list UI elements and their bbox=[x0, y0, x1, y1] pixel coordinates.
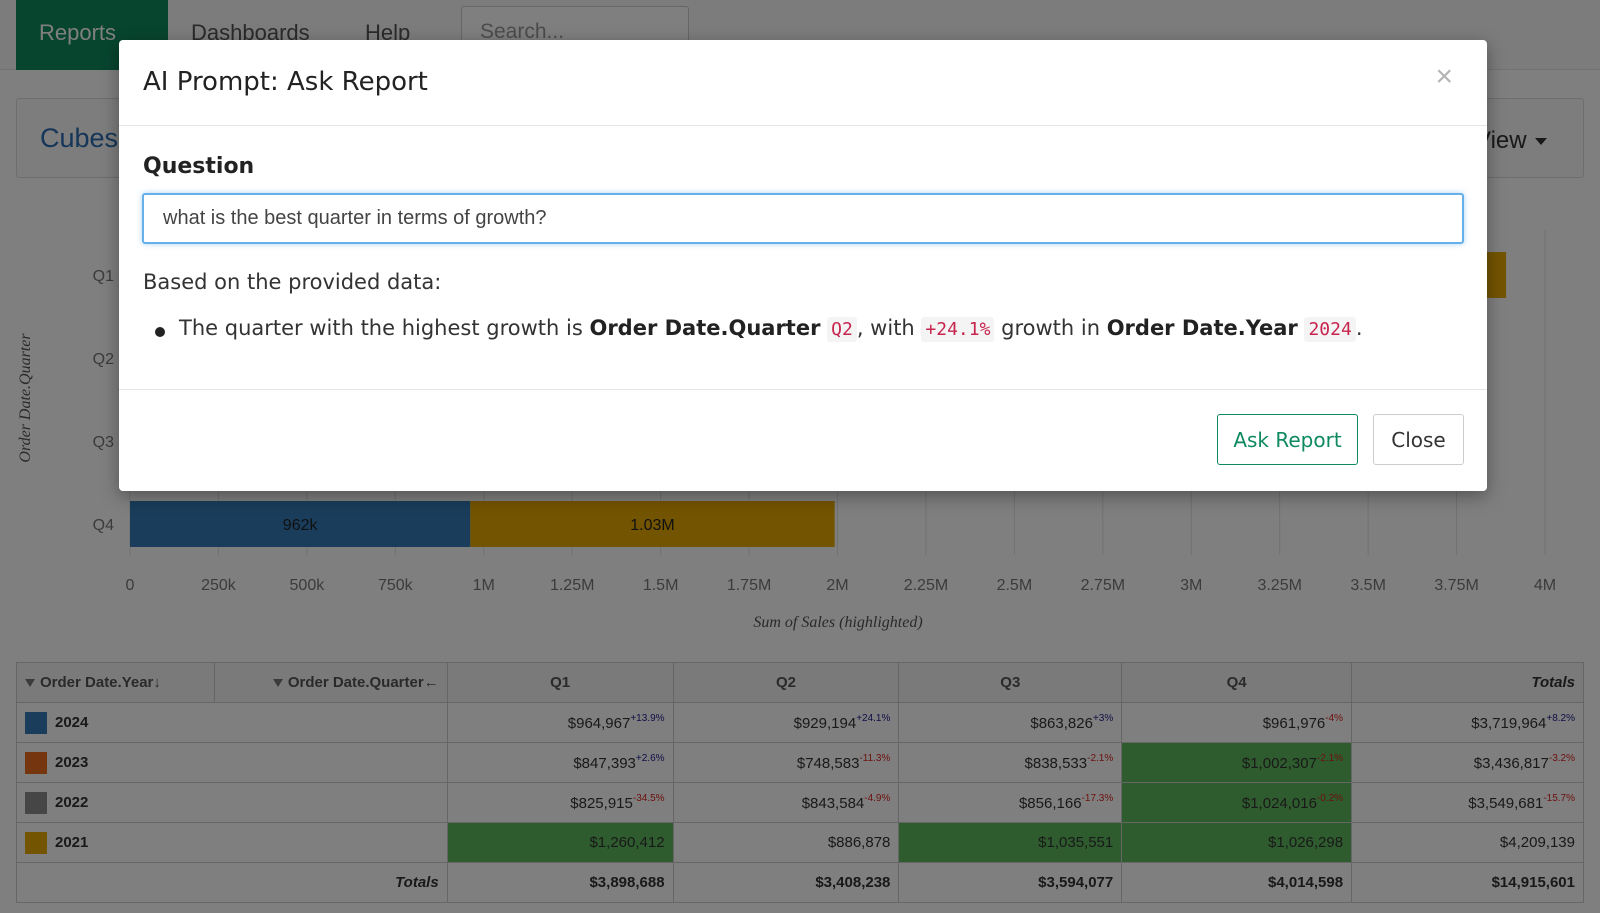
answer-item: The quarter with the highest growth is O… bbox=[155, 316, 1363, 342]
modal-header: AI Prompt: Ask Report × bbox=[119, 40, 1487, 126]
close-button[interactable]: Close bbox=[1373, 414, 1464, 465]
answer-field-year: Order Date.Year bbox=[1106, 316, 1298, 340]
answer-intro: Based on the provided data: bbox=[143, 270, 442, 294]
ask-report-modal: AI Prompt: Ask Report × Question Based o… bbox=[119, 40, 1487, 491]
answer-value-quarter: Q2 bbox=[827, 317, 857, 342]
answer-value-growth: +24.1% bbox=[921, 317, 995, 342]
answer-text: The quarter with the highest growth is bbox=[179, 316, 590, 340]
modal-title: AI Prompt: Ask Report bbox=[143, 67, 428, 97]
answer-list: The quarter with the highest growth is O… bbox=[155, 316, 1363, 342]
bullet-icon bbox=[155, 327, 165, 337]
answer-field-quarter: Order Date.Quarter bbox=[589, 316, 821, 340]
modal-footer: Ask Report Close bbox=[119, 390, 1487, 490]
ask-report-button[interactable]: Ask Report bbox=[1217, 414, 1358, 465]
close-icon[interactable]: × bbox=[1435, 62, 1453, 92]
modal-body: Question Based on the provided data: The… bbox=[119, 126, 1487, 390]
answer-value-year: 2024 bbox=[1304, 317, 1356, 342]
question-input[interactable] bbox=[142, 193, 1464, 244]
question-label: Question bbox=[143, 154, 255, 179]
answer-text: . bbox=[1355, 316, 1363, 340]
answer-text: growth in bbox=[994, 316, 1107, 340]
answer-text: , with bbox=[856, 316, 922, 340]
